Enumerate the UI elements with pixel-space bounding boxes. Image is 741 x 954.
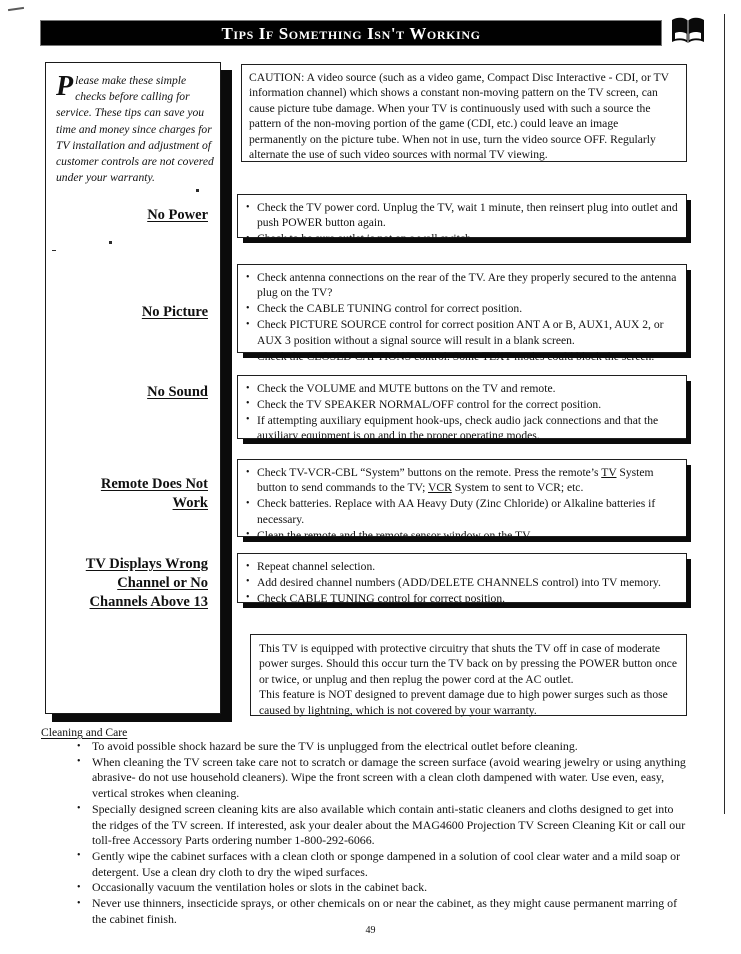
intro-dropcap: P: [56, 71, 74, 102]
list-item: Check CABLE TUNING control for correct p…: [245, 590, 678, 606]
section-heading-remote-does-not-work: Remote Does Not Work: [56, 475, 208, 513]
section-heading-no-picture: No Picture: [56, 303, 208, 322]
surge-note-box: This TV is equipped with protective circ…: [250, 634, 687, 717]
manual-page: Tips If Something Isn't Working Please m…: [0, 0, 741, 954]
list-item: Add desired channel numbers (ADD/DELETE …: [245, 574, 678, 590]
page-title: Tips If Something Isn't Working: [221, 23, 481, 43]
inline-underline-vcr: VCR: [428, 481, 452, 495]
section-heading-tv-displays-wrong-channel: TV Displays Wrong Channel or No Channels…: [56, 555, 208, 612]
list-item: Check the CABLE TUNING control for corre…: [245, 301, 678, 317]
surge-note-paragraph-2: This feature is NOT designed to prevent …: [259, 688, 668, 717]
caution-text: CAUTION: A video source (such as a video…: [249, 71, 669, 162]
caution-box: CAUTION: A video source (such as a video…: [241, 64, 687, 162]
list-item: Check TV-VCR-CBL “System” buttons on the…: [245, 465, 678, 496]
no-power-check-list: Check the TV power cord. Unplug the TV, …: [245, 200, 678, 247]
section-heading-no-sound: No Sound: [56, 383, 208, 402]
no-sound-check-list: Check the VOLUME and MUTE buttons on the…: [245, 380, 678, 444]
list-item: Specially designed screen cleaning kits …: [74, 801, 689, 849]
section-heading-no-power: No Power: [56, 206, 208, 225]
cleaning-and-care-title: Cleaning and Care: [41, 726, 128, 739]
section-heading-line: No Picture: [141, 304, 208, 320]
list-item: Check batteries. Replace with AA Heavy D…: [245, 496, 678, 527]
scan-speck: [109, 241, 112, 244]
page-border-right: [724, 14, 725, 814]
no-power-checks-box: Check the TV power cord. Unplug the TV, …: [237, 194, 691, 247]
list-item: Repeat channel selection.: [245, 558, 678, 574]
no-picture-check-list: Check antenna connections on the rear of…: [245, 270, 678, 364]
list-item: Check antenna connections on the rear of…: [245, 270, 678, 301]
no-picture-checks-box: Check antenna connections on the rear of…: [237, 264, 691, 364]
cleaning-and-care-list: To avoid possible shock hazard be sure t…: [74, 739, 689, 927]
left-panel-shadow-bottom: [52, 714, 232, 722]
surge-note-paragraph-1: This TV is equipped with protective circ…: [259, 642, 677, 686]
section-heading-line: Channel or No: [117, 575, 208, 591]
section-heading-line: Work: [172, 495, 208, 511]
section-heading-line: No Power: [147, 207, 208, 223]
wrong-channel-check-list: Repeat channel selection. Add desired ch…: [245, 558, 678, 606]
section-heading-line: No Sound: [147, 384, 208, 400]
list-item: Never use thinners, insecticide sprays, …: [74, 896, 689, 927]
list-item: Clean the remote and the remote sensor w…: [245, 527, 678, 543]
list-item-part: System to sent to VCR; etc.: [451, 481, 584, 495]
wrong-channel-checks-box: Repeat channel selection. Add desired ch…: [237, 553, 691, 608]
no-sound-checks-box: Check the VOLUME and MUTE buttons on the…: [237, 375, 691, 444]
remote-check-list: Check TV-VCR-CBL “System” buttons on the…: [245, 465, 678, 543]
list-item: Check PICTURE SOURCE control for correct…: [245, 317, 678, 348]
open-book-icon: [671, 16, 705, 46]
list-item-part: Check TV-VCR-CBL “System” buttons on the…: [257, 466, 602, 479]
left-panel-shadow-right: [221, 70, 232, 722]
list-item: Check the VOLUME and MUTE buttons on the…: [245, 380, 678, 396]
list-item: Check the TV SPEAKER NORMAL/OFF control …: [245, 396, 678, 412]
section-heading-line: TV Displays Wrong: [85, 556, 208, 572]
section-heading-line: Remote Does Not: [100, 476, 208, 492]
list-item: Check the CLOSED CAPTIONS control. Some …: [245, 348, 678, 364]
page-header-banner: Tips If Something Isn't Working: [40, 20, 662, 46]
intro-text: lease make these simple checks before ca…: [56, 74, 214, 185]
list-item: If attempting auxiliary equipment hook-u…: [245, 412, 678, 444]
page-number: 49: [365, 925, 376, 936]
scan-speck: [52, 250, 56, 251]
section-heading-line: Channels Above 13: [89, 594, 208, 610]
intro-paragraph: Please make these simple checks before c…: [56, 73, 214, 186]
list-item: Check the TV power cord. Unplug the TV, …: [245, 200, 678, 231]
list-item: Occasionally vacuum the ventilation hole…: [74, 880, 689, 896]
list-item: Check to be sure outlet is not on a wall…: [245, 231, 678, 247]
left-panel: Please make these simple checks before c…: [45, 62, 221, 714]
scan-speck: [196, 189, 199, 192]
list-item: When cleaning the TV screen take care no…: [74, 754, 689, 802]
list-item: Gently wipe the cabinet surfaces with a …: [74, 848, 689, 880]
inline-underline-tv: TV: [601, 466, 617, 479]
page-corner-mark: [7, 6, 25, 12]
remote-checks-box: Check TV-VCR-CBL “System” buttons on the…: [237, 459, 691, 543]
list-item: To avoid possible shock hazard be sure t…: [74, 739, 689, 755]
